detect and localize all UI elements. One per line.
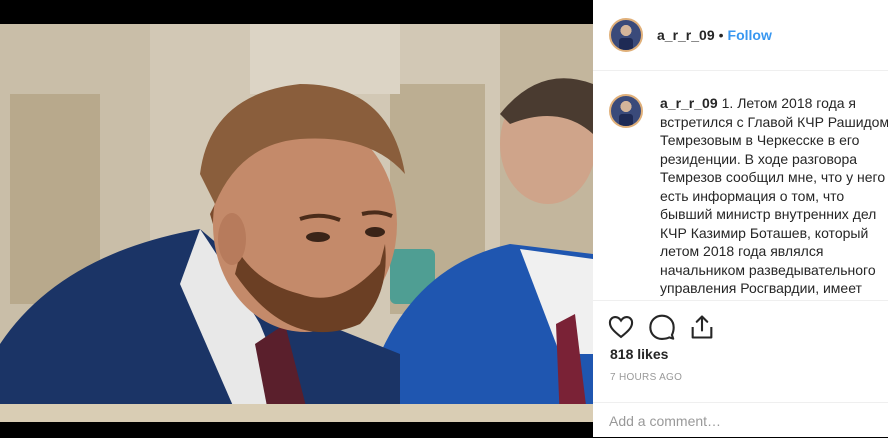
post-timestamp[interactable]: 7 HOURS AGO bbox=[610, 372, 682, 383]
share-icon[interactable] bbox=[688, 313, 716, 341]
caption-text: a_r_r_09 1. Летом 2018 года я встретился … bbox=[660, 94, 888, 298]
follow-button[interactable]: Follow bbox=[728, 27, 772, 43]
avatar[interactable] bbox=[609, 18, 643, 52]
separator-dot: • bbox=[718, 27, 724, 43]
post-side-panel: a_r_r_09 • Follow a_r_r_09 1. Летом 2018 … bbox=[593, 0, 888, 437]
comment-input[interactable] bbox=[609, 411, 869, 431]
heart-icon[interactable] bbox=[607, 313, 635, 341]
caption-section: a_r_r_09 1. Летом 2018 года я встретился … bbox=[593, 88, 888, 298]
comment-bar bbox=[593, 402, 888, 438]
post-photo[interactable] bbox=[0, 24, 593, 422]
speech-bubble-icon[interactable] bbox=[648, 313, 676, 341]
username-link[interactable]: a_r_r_09 bbox=[657, 27, 715, 43]
caption-username-link[interactable]: a_r_r_09 bbox=[660, 95, 718, 111]
caption-avatar[interactable] bbox=[609, 94, 643, 128]
post-header: a_r_r_09 • Follow bbox=[593, 0, 888, 71]
likes-count[interactable]: 818 likes bbox=[610, 346, 668, 362]
photo-illustration bbox=[0, 24, 593, 422]
caption-body: 1. Летом 2018 года я встретился с Главой… bbox=[660, 95, 888, 296]
